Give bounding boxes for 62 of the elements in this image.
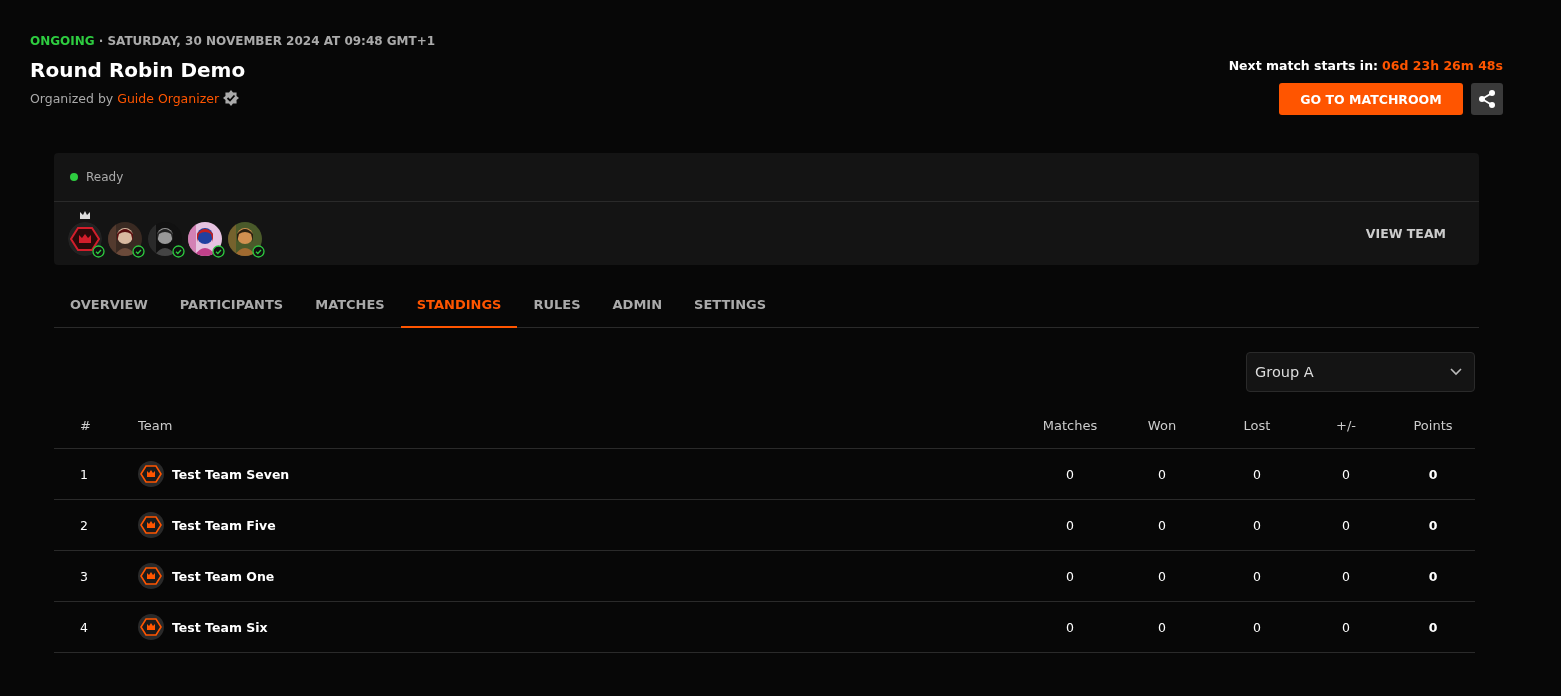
rank-cell-text: 1 <box>79 466 89 482</box>
tournament-title: Round Robin Demo <box>30 58 247 82</box>
rank-cell-text: 4 <box>79 619 89 635</box>
column-header: Won <box>1146 417 1178 433</box>
table-cell-text: 0 <box>1157 619 1167 635</box>
tab[interactable]: MATCHES <box>299 287 401 328</box>
team-logo-icon <box>138 563 164 589</box>
tab[interactable]: ADMIN <box>596 287 679 328</box>
table-cell-text: 0 <box>1157 466 1167 482</box>
group-dropdown[interactable]: Group A <box>1246 352 1475 392</box>
column-header: +/- <box>1335 417 1357 433</box>
rank-cell-text: 3 <box>79 568 89 584</box>
table-cell-text: 0 <box>1341 466 1351 482</box>
organizer-link[interactable]: Guide Organizer <box>117 90 220 106</box>
table-cell-text: 0 <box>1427 517 1439 533</box>
team-logo-icon <box>138 614 164 640</box>
team-logo-icon <box>138 512 164 538</box>
table-cell-text: 0 <box>1157 568 1167 584</box>
table-cell-text: 0 <box>1252 568 1262 584</box>
table-cell-text: 0 <box>1427 568 1439 584</box>
table-cell-text: 0 <box>1252 619 1262 635</box>
next-match-label: Next match starts in: <box>1228 58 1379 73</box>
tab[interactable]: STANDINGS <box>400 287 518 328</box>
table-cell-text: 0 <box>1252 517 1262 533</box>
column-header: Lost <box>1242 417 1272 433</box>
ready-status: Ready <box>86 170 124 184</box>
table-cell-text: 0 <box>1341 517 1351 533</box>
table-cell-text: 0 <box>1341 619 1351 635</box>
table-cell-text: 0 <box>1065 466 1075 482</box>
table-cell-text: 0 <box>1252 466 1262 482</box>
team-name: Test Team Six <box>172 619 268 635</box>
table-cell-text: 0 <box>1065 517 1075 533</box>
date-text: · SATURDAY, 30 NOVEMBER 2024 AT 09:48 GMT+1 <box>98 34 436 48</box>
team-logo-icon[interactable] <box>68 222 102 256</box>
crown-icon <box>80 211 90 219</box>
status-label: ONGOING <box>30 34 95 48</box>
rank-cell-text: 2 <box>79 517 89 533</box>
column-header: Matches <box>1041 417 1099 433</box>
tab[interactable]: PARTICIPANTS <box>163 287 300 328</box>
table-cell-text: 0 <box>1065 619 1075 635</box>
team-name: Test Team Five <box>172 517 276 533</box>
tab[interactable]: OVERVIEW <box>54 287 164 328</box>
organized-by-label: Organized by <box>30 90 114 106</box>
tab[interactable]: SETTINGS <box>678 287 783 328</box>
column-header: # <box>79 417 92 433</box>
chevron-down-icon <box>1450 368 1462 376</box>
team-name: Test Team Seven <box>172 466 290 482</box>
verified-icon <box>223 90 240 106</box>
table-cell-text: 0 <box>1427 466 1439 482</box>
share-icon <box>1477 89 1497 109</box>
share-button[interactable] <box>1471 83 1503 115</box>
view-team-button[interactable]: VIEW TEAM <box>1359 225 1452 242</box>
column-header: Team <box>138 417 174 433</box>
tab[interactable]: RULES <box>517 287 597 328</box>
table-cell-text: 0 <box>1427 619 1439 635</box>
countdown: 06d 23h 26m 48s <box>1382 58 1503 73</box>
table-cell-text: 0 <box>1157 517 1167 533</box>
team-logo-icon <box>138 461 164 487</box>
column-header: Points <box>1412 417 1454 433</box>
team-name: Test Team One <box>172 568 275 584</box>
table-cell-text: 0 <box>1341 568 1351 584</box>
table-cell-text: 0 <box>1065 568 1075 584</box>
